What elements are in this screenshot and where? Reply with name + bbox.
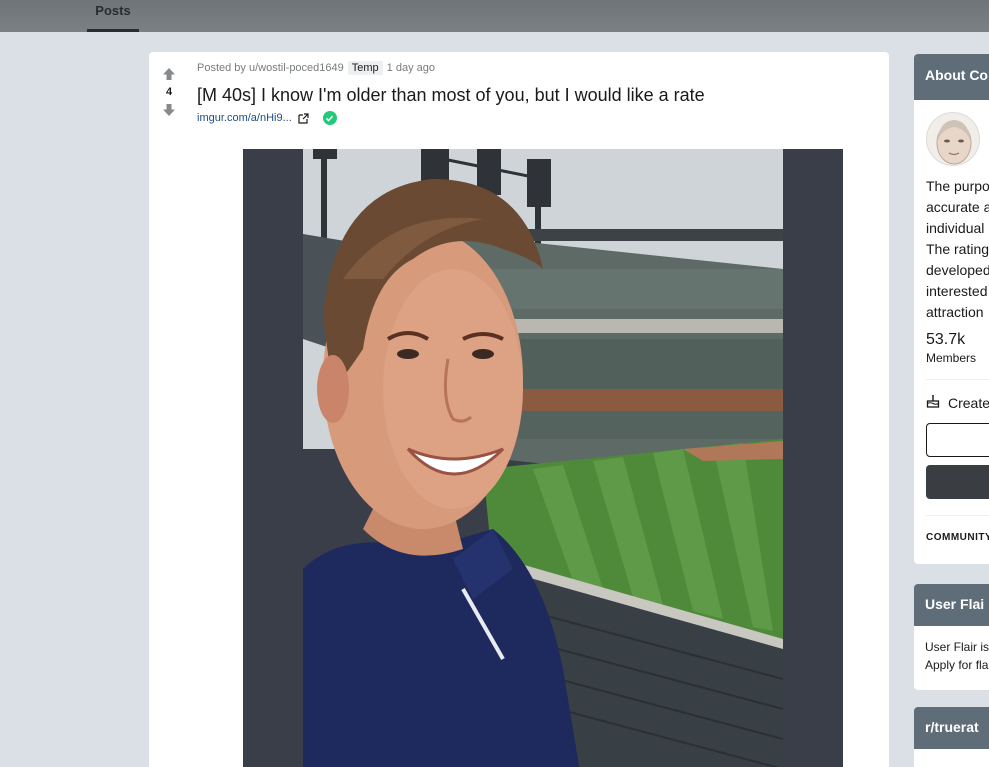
user-flair-title: User Flai [914,584,989,626]
subreddit-card: r/truerat [914,707,989,767]
created-label: Create [948,394,989,411]
post-card[interactable]: 4 Posted by u/wostil-poced1649 Temp 1 da… [149,52,889,767]
upvote-icon[interactable] [159,64,179,84]
tab-posts[interactable]: Posts [87,0,139,32]
post-link[interactable]: imgur.com/a/nHi9... [197,112,292,124]
post-meta: Posted by u/wostil-poced1649 Temp 1 day … [197,61,889,75]
description-line: The rating [926,241,989,257]
flair-text-line: Apply for fla [925,658,989,672]
user-flair-card: User Flai User Flair is Apply for fla [914,584,989,690]
community-options-toggle[interactable]: COMMUNITY [926,532,989,543]
post-media-frame[interactable] [243,149,843,767]
description-line: attraction [926,304,984,320]
about-community-title: About Co [914,54,989,100]
community-avatar[interactable] [926,112,980,166]
downvote-icon[interactable] [159,100,179,120]
post-title[interactable]: [M 40s] I know I'm older than most of yo… [197,84,889,106]
user-flair-body: User Flair is Apply for fla [914,626,989,686]
post-content: Posted by u/wostil-poced1649 Temp 1 day … [197,52,889,125]
link-row: imgur.com/a/nHi9... [197,111,889,125]
members-count: 53.7k [926,331,966,348]
verified-check-icon [322,111,337,125]
about-community-card: About Co The purpo accurate a individual… [914,54,989,564]
cake-icon [926,394,940,411]
post-image[interactable] [303,149,783,767]
community-description: The purpo accurate a individual The rati… [926,176,989,323]
flair-text-line: User Flair is [925,640,989,654]
description-line: individual [926,220,985,236]
description-line: interested [926,283,988,299]
top-nav: Posts [0,0,989,32]
create-post-button[interactable] [926,465,989,499]
description-line: The purpo [926,178,989,194]
divider [926,379,989,380]
vote-count: 4 [165,86,173,98]
created-date-row: Create [926,394,989,411]
description-line: developed [926,262,989,278]
external-link-icon[interactable] [298,112,309,124]
post-time: 1 day ago [386,62,435,74]
posted-by[interactable]: Posted by u/wostil-poced1649 [197,62,344,74]
members-label: Members [926,351,977,365]
join-button[interactable] [926,423,989,457]
post-flair[interactable]: Temp [347,61,383,75]
description-line: accurate a [926,199,989,215]
vote-column: 4 [149,52,189,120]
subreddit-card-title: r/truerat [914,707,989,749]
divider [926,515,989,516]
